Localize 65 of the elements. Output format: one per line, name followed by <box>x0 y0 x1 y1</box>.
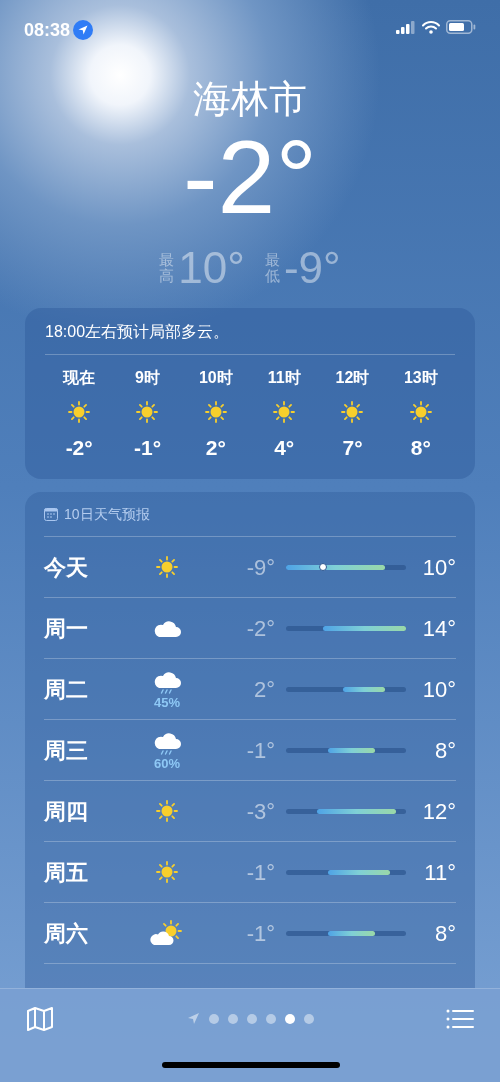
sun-icon <box>66 399 93 425</box>
sun-icon <box>134 399 161 425</box>
high-temperature: 8° <box>433 736 456 765</box>
temperature-range-bar <box>343 686 386 692</box>
sun-icon <box>202 399 229 425</box>
hour-temperature: 2° <box>205 435 226 461</box>
hour-label: 10时 <box>198 368 233 388</box>
high-temperature: 10° <box>421 675 456 704</box>
battery-icon <box>446 20 476 34</box>
temperature-label: 最高 <box>159 251 175 285</box>
hour-temperature: 4° <box>274 435 295 461</box>
city-name: 海林市 <box>193 77 307 122</box>
low-temperature: -1° <box>245 919 275 948</box>
hour-temperature: 7° <box>342 435 363 461</box>
sun-icon <box>407 399 434 425</box>
high-temperature: 14° <box>421 614 456 643</box>
day-label: 周四 <box>44 797 89 826</box>
precipitation-chance: 45% <box>154 696 180 710</box>
hour-label: 现在 <box>63 368 96 388</box>
hour-temperature: -2° <box>65 435 93 461</box>
forecast-summary: 18:00左右预计局部多云。 <box>45 320 455 355</box>
temperature-label: 最低 <box>264 251 280 285</box>
high-temperature: 11° <box>423 858 456 887</box>
day-label: 周一 <box>44 614 89 643</box>
sun-icon <box>154 859 180 885</box>
day-label: 周二 <box>44 675 89 704</box>
hour-label: 11时 <box>267 368 301 388</box>
low-temperature: -9° <box>245 553 275 582</box>
low-temperature: -3° <box>245 797 275 826</box>
hour-label: 9时 <box>135 368 160 388</box>
temperature-range-bar <box>327 869 391 875</box>
low-temperature: -1° <box>245 736 275 765</box>
low-temperature: -2° <box>245 614 275 643</box>
temperature-range-bar <box>327 747 375 753</box>
temperature-range-bar <box>327 930 375 936</box>
map-icon <box>26 1006 54 1032</box>
high-temperature: 10° <box>421 553 456 582</box>
location-page-icon[interactable] <box>186 1012 200 1025</box>
low-temperature: 2° <box>252 675 275 704</box>
day-label: 今天 <box>44 553 89 582</box>
list-icon <box>446 1008 474 1030</box>
hour-label: 12时 <box>335 368 370 388</box>
forecast-title: 10日天气预报 <box>64 504 150 524</box>
day-label: 周六 <box>44 919 89 948</box>
hour-temperature: -1° <box>133 435 162 461</box>
temperature-value: 10° <box>178 244 245 292</box>
status-time: 08:38 <box>24 19 71 42</box>
sun-icon <box>339 399 366 425</box>
day-label: 周三 <box>44 736 89 765</box>
high-temperature: 12° <box>421 797 456 826</box>
low-temperature: -1° <box>245 858 275 887</box>
calendar-icon <box>44 507 58 521</box>
current-temperature: -2° <box>182 122 318 232</box>
hour-label: 13时 <box>403 368 438 388</box>
temperature-value: -9° <box>283 244 341 292</box>
high-temperature: 8° <box>433 919 456 948</box>
hour-temperature: 8° <box>410 435 431 461</box>
sun-icon <box>154 554 180 580</box>
day-label: 周五 <box>44 858 89 887</box>
signal-icon <box>396 20 416 34</box>
wifi-icon <box>422 20 440 34</box>
sun-icon <box>154 798 180 824</box>
partly-cloudy-icon <box>149 919 185 947</box>
sun-icon <box>271 399 298 425</box>
precipitation-chance: 60% <box>154 757 180 771</box>
